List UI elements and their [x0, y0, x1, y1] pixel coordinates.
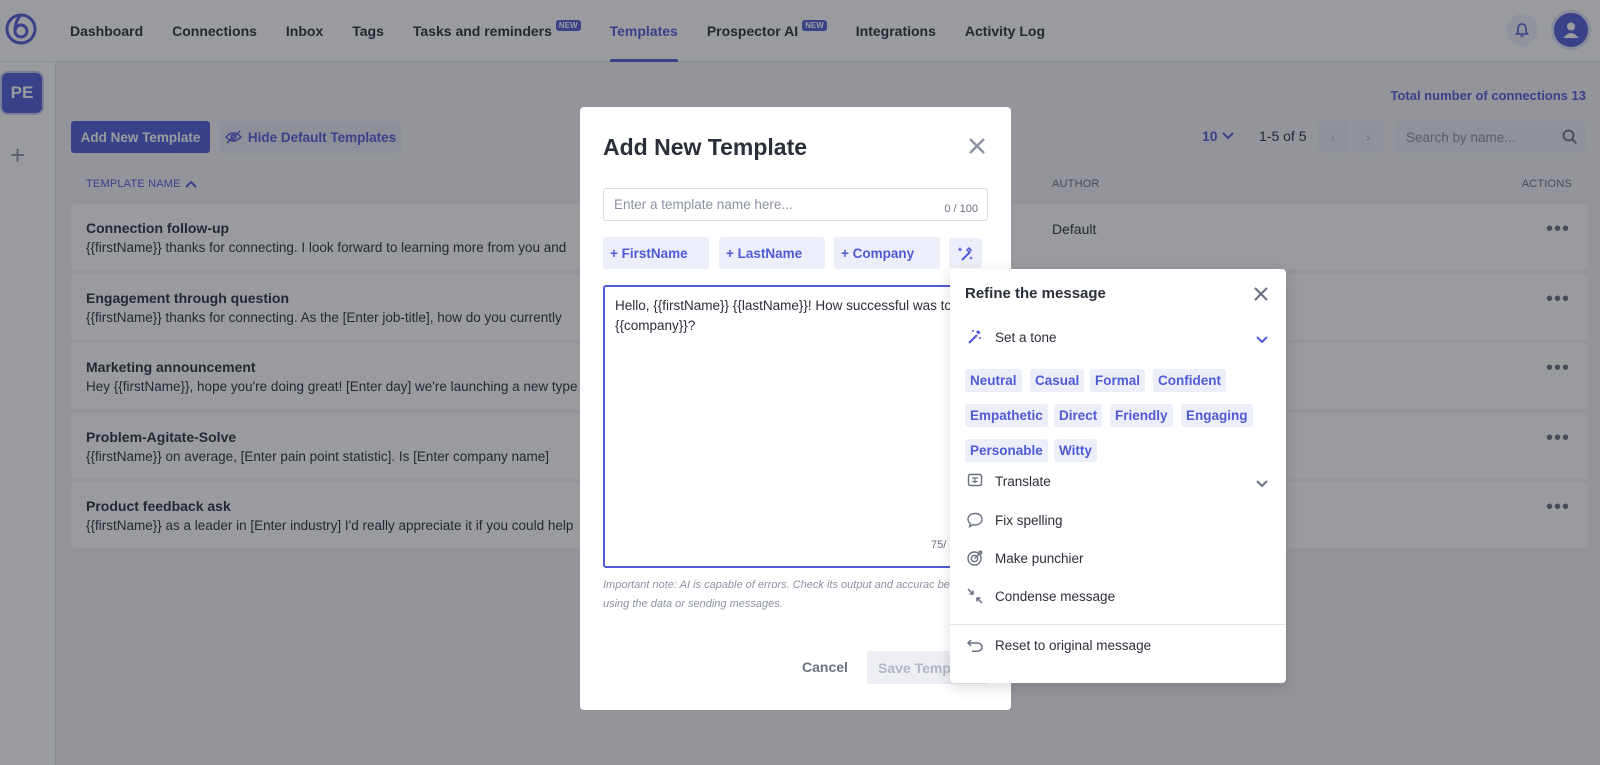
tone-casual[interactable]: Casual	[1030, 369, 1085, 392]
insert-firstname-button[interactable]: + FirstName	[603, 237, 709, 269]
refine-panel-title: Refine the message	[965, 285, 1106, 302]
tone-confident[interactable]: Confident	[1153, 369, 1226, 392]
tone-engaging[interactable]: Engaging	[1181, 404, 1253, 427]
condense-message-action[interactable]: Condense message	[965, 586, 1115, 606]
tone-neutral[interactable]: Neutral	[965, 369, 1022, 392]
close-icon[interactable]	[1254, 287, 1268, 301]
tone-empathetic[interactable]: Empathetic	[965, 404, 1048, 427]
make-punchier-label: Make punchier	[995, 550, 1084, 566]
translate-toggle[interactable]: Translate	[965, 471, 1051, 491]
undo-icon	[965, 635, 985, 655]
tone-personable[interactable]: Personable	[965, 439, 1048, 462]
speech-bubble-icon	[965, 510, 985, 530]
reset-original-message-label: Reset to original message	[995, 637, 1152, 653]
condense-message-label: Condense message	[995, 588, 1116, 604]
template-name-counter: 0 / 100	[944, 203, 978, 215]
tone-wand-icon	[965, 327, 985, 347]
chevron-down-icon[interactable]	[1255, 477, 1269, 491]
translate-label: Translate	[995, 473, 1051, 489]
tone-formal[interactable]: Formal	[1090, 369, 1146, 392]
tone-direct[interactable]: Direct	[1054, 404, 1103, 427]
tone-witty[interactable]: Witty	[1054, 439, 1097, 462]
ai-refine-button[interactable]	[949, 238, 982, 268]
set-tone-toggle[interactable]: Set a tone	[965, 327, 1057, 347]
translate-icon	[965, 471, 985, 491]
template-name-input[interactable]	[604, 189, 914, 220]
refine-message-panel: Refine the message Set a tone Neutral Ca…	[950, 269, 1286, 683]
add-new-template-modal: Add New Template 0 / 100 + FirstName + L…	[580, 107, 1011, 710]
make-punchier-action[interactable]: Make punchier	[965, 548, 1084, 568]
template-name-field: 0 / 100	[603, 188, 988, 221]
message-textarea[interactable]: Hello, {{firstName}} {{lastName}}! How s…	[603, 285, 988, 568]
tone-friendly[interactable]: Friendly	[1110, 404, 1173, 427]
modal-title: Add New Template	[603, 134, 808, 160]
divider	[950, 624, 1286, 625]
set-tone-label: Set a tone	[995, 329, 1057, 345]
insert-lastname-button[interactable]: + LastName	[719, 237, 825, 269]
compress-arrows-icon	[965, 586, 985, 606]
close-icon[interactable]	[968, 137, 986, 155]
ai-disclaimer-note: Important note: AI is capable of errors.…	[603, 579, 969, 610]
insert-company-button[interactable]: + Company	[834, 237, 940, 269]
fix-spelling-action[interactable]: Fix spelling	[965, 510, 1063, 530]
chevron-down-icon[interactable]	[1255, 333, 1269, 347]
cancel-button[interactable]: Cancel	[802, 659, 848, 675]
message-counter: 75/	[931, 539, 947, 551]
reset-original-message-action[interactable]: Reset to original message	[965, 635, 1151, 655]
magic-wand-icon	[957, 246, 973, 261]
fix-spelling-label: Fix spelling	[995, 512, 1063, 528]
target-icon	[965, 548, 985, 568]
